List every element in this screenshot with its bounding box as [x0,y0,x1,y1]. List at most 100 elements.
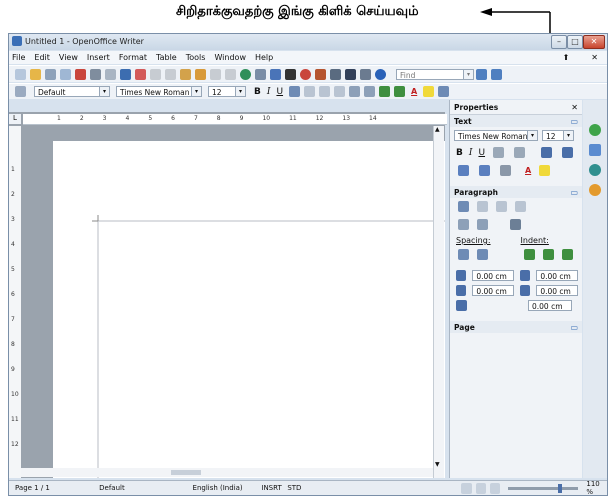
decrease-indent-icon[interactable] [379,86,391,97]
formatting-marks-icon[interactable] [345,68,356,80]
subscript-icon[interactable] [479,165,490,176]
line-spacing-icon[interactable] [456,300,467,311]
sidebar-highlight-icon[interactable] [539,165,551,176]
open-icon[interactable] [30,68,41,80]
sidebar-italic-icon[interactable]: I [469,148,473,158]
paragraph-more-icon[interactable]: ▭ [570,188,578,197]
sidebar-font-select[interactable]: Times New Roman ▾ [454,130,538,141]
paste-icon[interactable] [180,68,191,80]
cut-icon[interactable] [150,68,161,80]
menu-help[interactable]: Help [255,53,273,62]
sidebar-close-icon[interactable]: ✕ [571,103,578,112]
draw-functions-icon[interactable] [270,68,281,80]
below-spacing-field[interactable]: 0.00 cm [472,285,514,296]
horizontal-scrollbar[interactable] [21,468,433,477]
new-icon[interactable] [15,68,26,80]
text-section-title[interactable]: Text [454,117,472,126]
bold-icon[interactable]: B [254,87,261,97]
vertical-ruler[interactable]: 1 2 3 4 5 6 7 8 9 10 11 12 [9,126,21,478]
increase-spacing-icon[interactable] [458,249,469,260]
shadow-icon[interactable] [514,147,526,158]
language-status[interactable]: English (India) [193,484,258,492]
menu-insert[interactable]: Insert [87,53,110,62]
paragraph-section-title[interactable]: Paragraph [454,188,498,197]
minimize-button[interactable]: – [551,35,567,49]
format-paintbrush-icon[interactable] [195,68,206,80]
sidebar-font-dropdown-icon[interactable]: ▾ [527,131,537,140]
styles-tab-icon[interactable] [589,124,601,136]
pdf-icon[interactable] [75,68,86,80]
para-increase-indent-icon[interactable] [524,249,535,260]
close-doc-icon[interactable]: ✕ [591,53,598,62]
before-indent-field[interactable]: 0.00 cm [536,270,578,281]
menu-tools[interactable]: Tools [186,53,206,62]
autospell-icon[interactable] [135,68,146,80]
print-icon[interactable] [90,68,101,80]
menu-format[interactable]: Format [119,53,147,62]
para-align-left-icon[interactable] [458,201,469,212]
para-numbering-icon[interactable] [477,219,488,230]
grow-font-icon[interactable] [541,147,553,158]
scroll-thumb[interactable] [171,470,201,475]
para-align-right-icon[interactable] [496,201,507,212]
page-section-title[interactable]: Page [454,323,475,332]
datasource-icon[interactable] [330,68,341,80]
para-background-icon[interactable] [510,219,521,230]
strikethrough-icon[interactable] [493,147,505,158]
size-dropdown-icon[interactable]: ▾ [235,87,245,96]
vertical-scrollbar[interactable]: ▲ ▼ [433,126,444,478]
first-line-indent-field[interactable]: 0.00 cm [528,300,572,311]
page-style[interactable]: Default [99,484,182,492]
navigator-tab-icon[interactable] [589,164,601,176]
page-more-icon[interactable]: ▭ [570,323,578,332]
above-spacing-field[interactable]: 0.00 cm [472,270,514,281]
align-left-icon[interactable] [289,86,301,97]
gallery-icon[interactable] [315,68,326,80]
para-justify-icon[interactable] [515,201,526,212]
insert-mode[interactable]: INSRT [261,484,287,492]
justify-icon[interactable] [334,86,346,97]
horizontal-ruler[interactable]: 1 2 3 4 5 6 7 8 9 10 11 12 13 14 [23,114,447,125]
hyperlink-icon[interactable] [240,68,251,80]
para-bullets-icon[interactable] [458,219,469,230]
sidebar-bold-icon[interactable]: B [456,148,463,158]
menu-view[interactable]: View [59,53,78,62]
spellcheck-icon[interactable] [120,68,131,80]
shrink-font-icon[interactable] [562,147,574,158]
save-icon[interactable] [45,68,56,80]
menu-table[interactable]: Table [156,53,177,62]
superscript-icon[interactable] [458,165,469,176]
navigator-icon[interactable] [300,68,311,80]
text-more-icon[interactable]: ▭ [570,117,578,126]
document-page[interactable] [53,141,445,478]
scroll-up-icon[interactable]: ▲ [435,126,440,133]
sidebar-size-select[interactable]: 12 ▾ [542,130,574,141]
preview-icon[interactable] [105,68,116,80]
sidebar-size-dropdown-icon[interactable]: ▾ [563,131,573,140]
underline-icon[interactable]: U [276,87,283,97]
menu-edit[interactable]: Edit [34,53,50,62]
functions-tab-icon[interactable] [589,184,601,196]
sidebar-underline-icon[interactable]: U [478,148,485,158]
background-color-icon[interactable] [438,86,450,97]
bullets-icon[interactable] [364,86,376,97]
tab-stop-icon[interactable]: L [9,114,21,124]
find-previous-icon[interactable] [491,68,502,80]
hanging-indent-icon[interactable] [562,249,573,260]
style-dropdown-icon[interactable]: ▾ [99,87,109,96]
style-select[interactable]: Default ▾ [34,86,110,97]
undo-icon[interactable] [210,68,221,80]
align-right-icon[interactable] [319,86,331,97]
download-icon[interactable]: ⬆ [563,53,570,62]
single-page-view-icon[interactable] [461,482,472,494]
maximize-button[interactable]: □ [567,35,583,49]
selection-mode[interactable]: STD [287,484,311,492]
numbering-icon[interactable] [349,86,361,97]
book-view-icon[interactable] [489,482,500,494]
highlight-icon[interactable] [423,86,435,97]
align-center-icon[interactable] [304,86,316,97]
email-icon[interactable] [60,68,71,80]
increase-indent-icon[interactable] [394,86,406,97]
zoom-level[interactable]: 110 % [586,480,607,496]
menu-file[interactable]: File [12,53,25,62]
